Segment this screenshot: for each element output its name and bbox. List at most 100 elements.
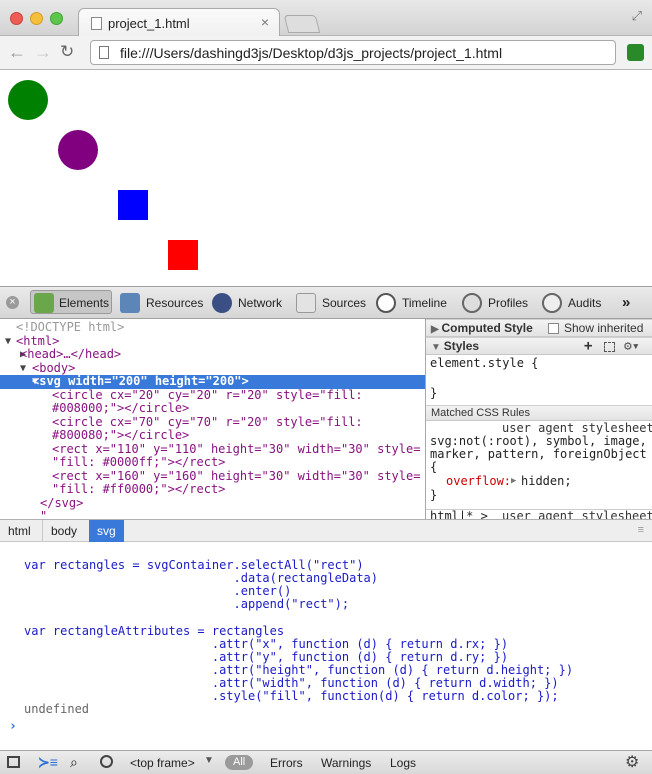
- drag-handle-icon[interactable]: ≡: [638, 524, 644, 536]
- console-input-line: .append("rect");: [24, 597, 350, 612]
- filter-logs[interactable]: Logs: [390, 755, 416, 771]
- minimize-window-button[interactable]: [30, 12, 43, 25]
- close-window-button[interactable]: [10, 12, 23, 25]
- address-bar[interactable]: file:///Users/dashingd3js/Desktop/d3js_p…: [90, 40, 616, 65]
- timeline-icon: [376, 293, 396, 313]
- dock-icon[interactable]: [7, 756, 20, 768]
- tab-audits[interactable]: Audits: [542, 291, 612, 315]
- dom-node[interactable]: </svg>: [0, 495, 425, 511]
- show-inherited-checkbox[interactable]: [548, 323, 559, 334]
- expanded-triangle-icon: ▼: [431, 342, 444, 353]
- dom-node-text: #800080;"></circle>: [52, 428, 190, 442]
- element-style-rule[interactable]: element.style {: [430, 356, 538, 371]
- tab-title: project_1.html: [108, 16, 190, 31]
- breadcrumb-html[interactable]: html: [0, 520, 39, 542]
- frame-select[interactable]: <top frame>: [130, 755, 195, 771]
- dom-node-text: </svg>: [40, 495, 84, 510]
- filter-all[interactable]: All: [225, 755, 254, 770]
- settings-gear-icon[interactable]: ⚙: [625, 752, 639, 772]
- section-label: Matched CSS Rules: [431, 407, 531, 419]
- dom-node[interactable]: #008000;"></circle>: [0, 401, 425, 416]
- devtools-tab-bar: × Elements Resources Network Sources Tim…: [0, 286, 652, 319]
- blue-rect: [118, 190, 148, 220]
- dom-node-text: "fill: #ff0000;"></rect>: [52, 482, 226, 496]
- tab-label: Sources: [322, 296, 367, 310]
- chevron-down-icon[interactable]: ▼: [204, 755, 214, 766]
- show-inherited-label: Show inherited: [564, 321, 644, 335]
- element-state-icon[interactable]: [604, 342, 615, 352]
- dom-node[interactable]: <!DOCTYPE html>: [0, 320, 425, 335]
- forward-arrow-icon[interactable]: →: [34, 42, 52, 63]
- breadcrumb-svg[interactable]: svg: [89, 520, 124, 542]
- dom-node-text: #008000;"></circle>: [52, 401, 190, 415]
- dom-node-text: <rect x="110" y="110" height="30" width=…: [52, 441, 421, 456]
- new-tab-button[interactable]: [283, 15, 321, 33]
- css-property-name[interactable]: overflow:: [446, 474, 511, 489]
- close-devtools-icon[interactable]: ×: [6, 296, 19, 309]
- expanded-triangle-icon[interactable]: ▼: [5, 335, 11, 349]
- green-circle: [8, 80, 48, 120]
- dom-node[interactable]: "fill: #0000ff;"></rect>: [0, 455, 425, 470]
- console-input-line: .attr("x", function (d) { return d.rx; }…: [24, 636, 509, 651]
- zoom-window-button[interactable]: [50, 12, 63, 25]
- more-tabs-icon[interactable]: »: [622, 294, 630, 311]
- fullscreen-icon[interactable]: ⤢: [632, 8, 642, 24]
- audits-icon: [542, 293, 562, 313]
- sources-icon: [296, 293, 316, 313]
- tab-resources[interactable]: Resources: [120, 291, 206, 315]
- clear-console-icon[interactable]: [100, 755, 113, 768]
- resources-icon: [120, 293, 140, 313]
- computed-style-header[interactable]: ▶ Computed Style Show inherited: [426, 319, 652, 337]
- dom-node[interactable]: "fill: #ff0000;"></rect>: [0, 482, 425, 497]
- tab-label: Resources: [146, 296, 204, 310]
- dom-node-text: <head>…</head>: [20, 347, 122, 361]
- tab-label: Audits: [568, 296, 602, 310]
- collapsed-triangle-icon: ▶: [431, 324, 442, 335]
- matched-rules-header: Matched CSS Rules: [426, 405, 652, 421]
- gear-icon[interactable]: ⚙▾: [624, 338, 640, 355]
- breadcrumb: html body svg ≡: [0, 519, 652, 542]
- console-output[interactable]: › var rectangles = svgContainer.selectAl…: [0, 542, 652, 750]
- elements-tree[interactable]: <!DOCTYPE html> ▼ <html> ▶ <head>…</head> ▼ <b…: [0, 319, 425, 523]
- console-input-line: .style("fill", function(d) { return d.co…: [24, 689, 559, 703]
- extension-icon[interactable]: [627, 44, 644, 61]
- filter-errors[interactable]: Errors: [270, 755, 303, 771]
- section-label: Computed Style: [441, 321, 533, 335]
- filter-warnings[interactable]: Warnings: [321, 755, 371, 771]
- add-rule-icon[interactable]: +: [584, 338, 592, 355]
- back-arrow-icon[interactable]: ←: [8, 42, 26, 63]
- page-icon: [91, 17, 102, 30]
- tab-label: Network: [238, 296, 283, 310]
- styles-header[interactable]: ▼ Styles + ⚙▾: [426, 337, 652, 355]
- tab-elements[interactable]: Elements: [30, 290, 112, 314]
- elements-icon: [34, 293, 54, 313]
- search-icon[interactable]: ⌕: [70, 754, 78, 771]
- dom-node[interactable]: #800080;"></circle>: [0, 428, 425, 443]
- dom-node[interactable]: ▶ <head>…</head>: [0, 347, 425, 362]
- tab-timeline[interactable]: Timeline: [376, 291, 456, 315]
- dom-node-selected[interactable]: ▼ <svg width="200" height="200">: [0, 374, 425, 389]
- tab-sources[interactable]: Sources: [296, 291, 370, 315]
- dom-node-text: <circle cx="70" cy="70" r="20" style="fi…: [52, 414, 363, 429]
- url-text: file:///Users/dashingd3js/Desktop/d3js_p…: [120, 45, 503, 61]
- tab-label: Profiles: [488, 296, 529, 310]
- expanded-triangle-icon[interactable]: ▼: [20, 362, 26, 376]
- tab-network[interactable]: Network: [212, 291, 290, 315]
- console-input-line: var rectangleAttributes = rectangles: [24, 623, 285, 638]
- console-result: undefined: [24, 702, 90, 717]
- tab-profiles[interactable]: Profiles: [462, 291, 538, 315]
- breadcrumb-body[interactable]: body: [42, 520, 85, 542]
- css-property-value[interactable]: hidden;: [521, 474, 572, 489]
- browser-tab[interactable]: project_1.html ×: [78, 8, 280, 37]
- purple-circle: [58, 130, 98, 170]
- console-prompt[interactable]: ›: [9, 720, 17, 734]
- console-drawer-icon[interactable]: ≻≡: [38, 754, 58, 771]
- devtools-bottom-bar: ≻≡ ⌕ <top frame> ▼ All Errors Warnings L…: [0, 750, 652, 774]
- css-brace: }: [430, 488, 438, 502]
- dom-node-text: <html>: [16, 333, 60, 348]
- expand-triangle-icon[interactable]: ▶: [511, 475, 516, 489]
- dom-node-text: <svg width="200" height="200">: [32, 374, 249, 388]
- page-content: [0, 70, 652, 286]
- reload-icon[interactable]: ↻: [60, 42, 74, 62]
- close-tab-icon[interactable]: ×: [261, 14, 269, 30]
